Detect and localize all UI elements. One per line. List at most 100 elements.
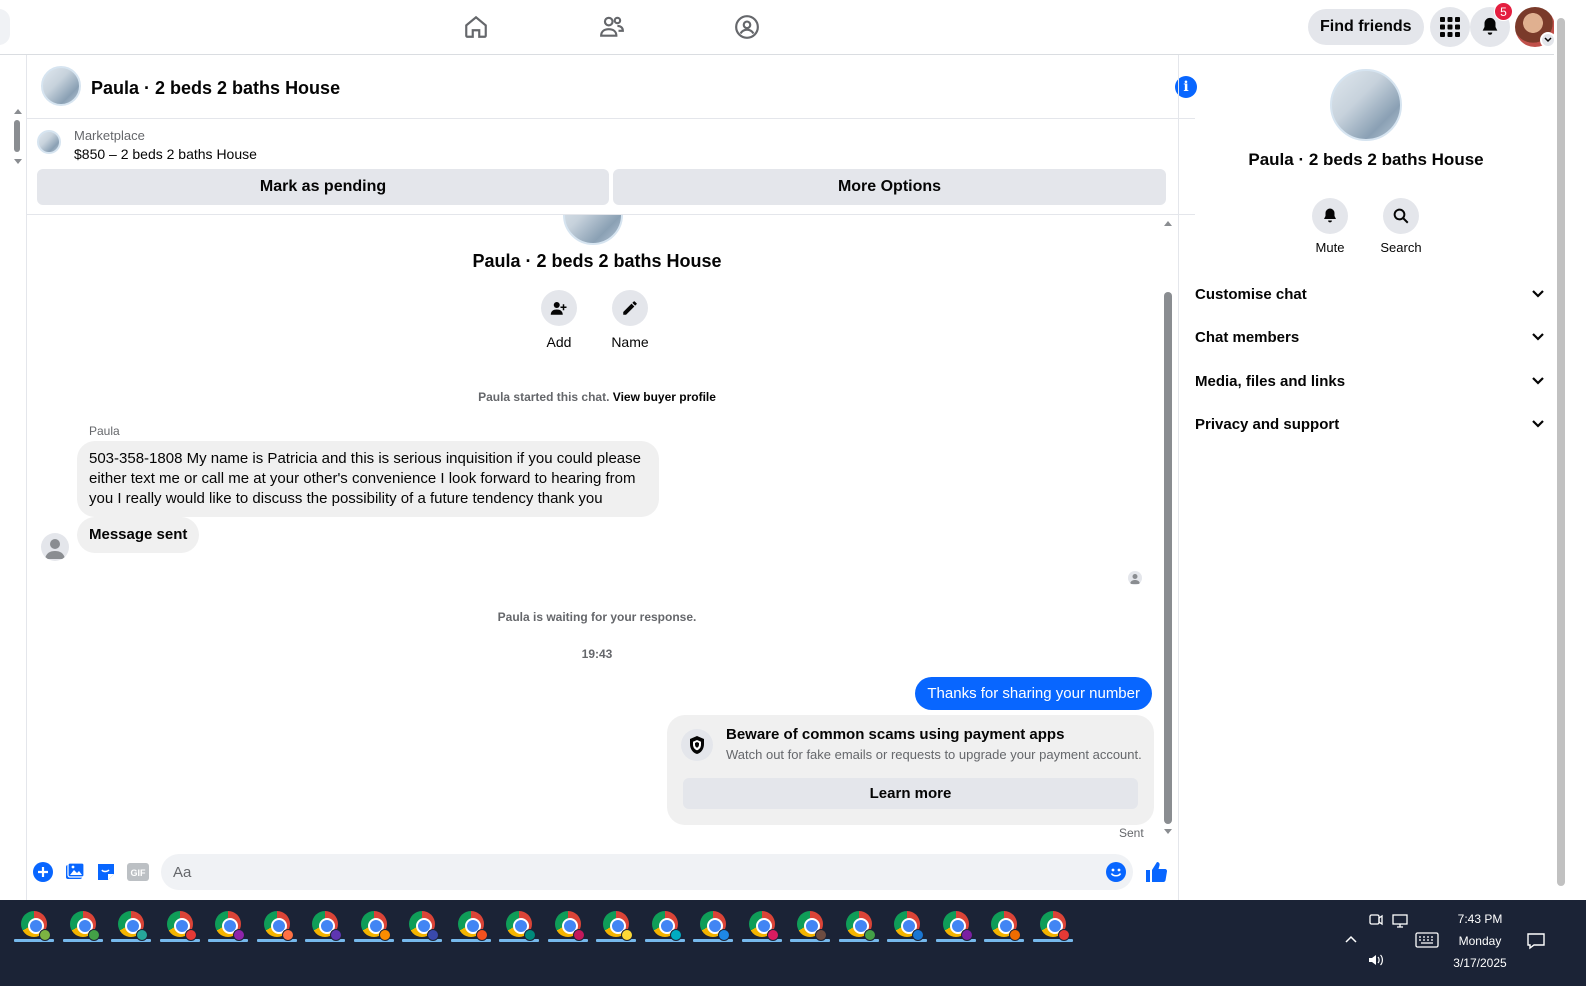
- chrome-taskbar-button[interactable]: [740, 908, 784, 942]
- incoming-message-bubble[interactable]: 503-358-1808 My name is Patricia and thi…: [77, 441, 659, 517]
- sticker-icon[interactable]: [95, 861, 117, 883]
- customise-chat-section[interactable]: Customise chat: [1195, 274, 1545, 314]
- name-chat-button[interactable]: Name: [600, 290, 660, 350]
- chrome-taskbar-button[interactable]: [982, 908, 1026, 942]
- find-friends-button[interactable]: Find friends: [1308, 9, 1424, 45]
- chrome-icon: [409, 911, 439, 941]
- scroll-up-arrow-icon[interactable]: [1163, 219, 1173, 227]
- chrome-taskbar-button[interactable]: [594, 908, 638, 942]
- profile-badge: [233, 929, 245, 941]
- chrome-taskbar-button[interactable]: [352, 908, 396, 942]
- top-navigation-bar: Find friends 5: [0, 0, 1568, 55]
- add-people-button[interactable]: Add: [529, 290, 589, 350]
- camera-icon[interactable]: [1368, 912, 1384, 928]
- chat-details-panel: Paula · 2 beds 2 baths House Mute Search…: [1178, 55, 1552, 900]
- scroll-down-arrow-icon[interactable]: [13, 158, 23, 166]
- chrome-taskbar-button[interactable]: [158, 908, 202, 942]
- view-buyer-profile-link[interactable]: View buyer profile: [613, 390, 716, 404]
- notification-center-icon[interactable]: [1526, 932, 1546, 950]
- clock-time[interactable]: 7:43 PM: [1450, 912, 1510, 926]
- media-files-links-section[interactable]: Media, files and links: [1195, 361, 1545, 401]
- profile-badge: [427, 929, 439, 941]
- message-thread: Paula · 2 beds 2 baths House Add Name Pa…: [27, 215, 1195, 855]
- network-icon[interactable]: [1392, 913, 1410, 929]
- sender-name: Paula: [89, 424, 120, 438]
- menu-grid-icon[interactable]: [1430, 7, 1470, 47]
- chat-members-section[interactable]: Chat members: [1195, 317, 1545, 357]
- photo-icon[interactable]: [64, 861, 86, 883]
- mute-button[interactable]: Mute: [1300, 198, 1360, 255]
- message-scrollbar-thumb[interactable]: [1164, 292, 1172, 824]
- chrome-icon: [1039, 911, 1070, 941]
- chrome-icon: [603, 911, 633, 941]
- section-label: Privacy and support: [1195, 415, 1340, 433]
- profile-badge: [815, 929, 827, 941]
- section-label: Customise chat: [1195, 285, 1307, 303]
- privacy-support-section[interactable]: Privacy and support: [1195, 404, 1545, 444]
- chevron-up-icon[interactable]: [1344, 934, 1358, 944]
- profile-badge: [863, 929, 876, 941]
- chrome-taskbar-button[interactable]: [837, 908, 881, 942]
- friends-icon[interactable]: [594, 10, 630, 44]
- scrollbar-thumb[interactable]: [14, 120, 20, 152]
- scam-warning-title: Beware of common scams using payment app…: [726, 726, 1065, 743]
- chrome-taskbar-button[interactable]: [643, 908, 687, 942]
- intro-avatar: [563, 215, 623, 245]
- sender-avatar[interactable]: [41, 533, 69, 561]
- plus-circle-icon[interactable]: [32, 861, 54, 883]
- chrome-taskbar-button[interactable]: [497, 908, 541, 942]
- chrome-taskbar-button[interactable]: [61, 908, 105, 942]
- chat-avatar[interactable]: [41, 66, 81, 106]
- chrome-taskbar-button[interactable]: [12, 908, 56, 942]
- message-sent-bubble[interactable]: Message sent: [77, 517, 200, 553]
- keyboard-icon[interactable]: [1415, 932, 1439, 948]
- scroll-up-arrow-icon[interactable]: [13, 107, 23, 115]
- search-in-chat-button[interactable]: Search: [1371, 198, 1431, 255]
- volume-icon[interactable]: [1367, 952, 1385, 968]
- listing-thumbnail[interactable]: [37, 130, 61, 154]
- chrome-taskbar-button[interactable]: [885, 908, 929, 942]
- more-options-button[interactable]: More Options: [613, 169, 1166, 205]
- groups-icon[interactable]: [729, 10, 765, 44]
- profile-badge: [669, 929, 682, 941]
- emoji-icon[interactable]: [1105, 861, 1127, 883]
- thumbs-up-icon[interactable]: [1143, 859, 1169, 885]
- clock-date[interactable]: 3/17/2025: [1444, 956, 1516, 970]
- scroll-down-arrow-icon[interactable]: [1163, 828, 1173, 836]
- chrome-taskbar-button[interactable]: [255, 908, 299, 942]
- message-input[interactable]: [161, 854, 1133, 890]
- profile-badge: [475, 929, 488, 941]
- shield-icon: [681, 729, 713, 761]
- chrome-taskbar-button[interactable]: [546, 908, 590, 942]
- chrome-taskbar-button[interactable]: [400, 908, 444, 942]
- chrome-icon: [506, 911, 536, 941]
- clock-day[interactable]: Monday: [1450, 934, 1510, 948]
- chrome-taskbar-button[interactable]: [109, 908, 153, 942]
- chrome-taskbar-button[interactable]: [449, 908, 493, 942]
- home-icon[interactable]: [458, 10, 494, 44]
- chrome-taskbar-button[interactable]: [691, 908, 735, 942]
- chrome-icon: [894, 911, 924, 941]
- search-box-edge[interactable]: [0, 9, 10, 45]
- chrome-taskbar-button[interactable]: [303, 908, 347, 942]
- learn-more-button[interactable]: Learn more: [683, 778, 1138, 809]
- chat-started-notice: Paula started this chat. View buyer prof…: [27, 390, 1167, 404]
- pencil-icon: [612, 290, 648, 326]
- gif-icon[interactable]: GIF: [127, 861, 149, 883]
- chat-title[interactable]: Paula · 2 beds 2 baths House: [91, 78, 340, 99]
- chrome-icon: [942, 911, 973, 941]
- chrome-taskbar-button[interactable]: [934, 908, 978, 942]
- profile-badge: [1009, 929, 1021, 941]
- profile-badge: [1057, 929, 1070, 941]
- mark-as-pending-button[interactable]: Mark as pending: [37, 169, 609, 205]
- listing-title[interactable]: $850 – 2 beds 2 baths House: [74, 146, 257, 162]
- profile-badge: [330, 929, 342, 941]
- chrome-taskbar-button[interactable]: [206, 908, 250, 942]
- details-avatar[interactable]: [1330, 69, 1402, 141]
- chrome-taskbar-button[interactable]: [1031, 908, 1075, 942]
- outgoing-message-bubble[interactable]: Thanks for sharing your number: [915, 677, 1152, 710]
- page-scrollbar-thumb[interactable]: [1557, 18, 1565, 886]
- chrome-taskbar-button[interactable]: [788, 908, 832, 942]
- profile-badge: [87, 929, 100, 941]
- profile-badge: [39, 929, 51, 941]
